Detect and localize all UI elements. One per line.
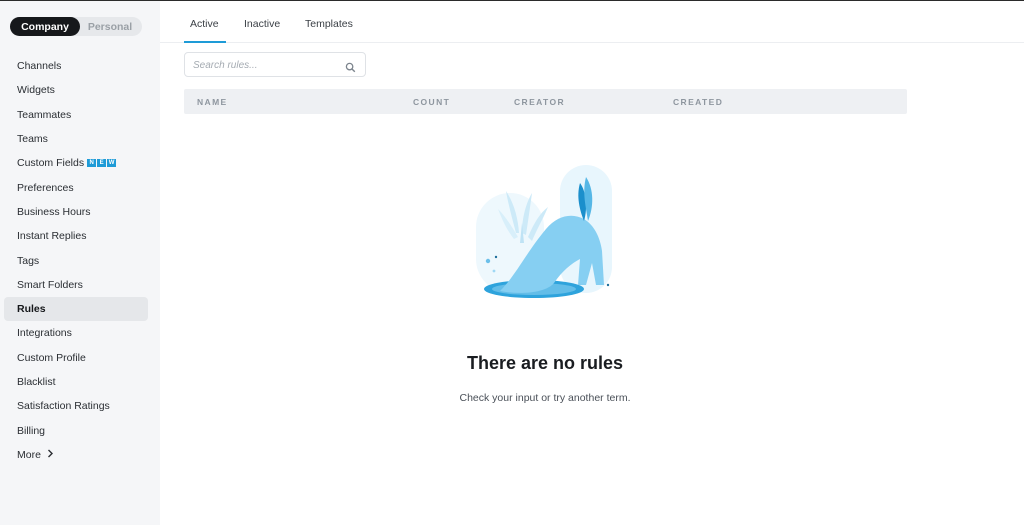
new-badge-letter: E [97,159,107,168]
sidebar-item-billing[interactable]: Billing [4,418,148,442]
sidebar-item-label: Instant Replies [17,230,87,243]
sidebar-item-label: Business Hours [17,205,91,218]
sidebar-item-integrations[interactable]: Integrations [4,321,148,345]
tab-inactive[interactable]: Inactive [244,18,280,30]
sidebar-item-more[interactable]: More [4,443,148,467]
new-badge-letter: N [87,159,97,168]
column-header-count[interactable]: COUNT [413,97,450,107]
sidebar-item-label: Billing [17,424,46,437]
column-header-name[interactable]: NAME [197,97,228,107]
personal-toggle-button[interactable]: Personal [80,17,140,36]
sidebar-item-instant-replies[interactable]: Instant Replies [4,224,148,248]
sidebar-item-label: Channels [17,60,62,73]
column-header-creator[interactable]: CREATOR [514,97,565,107]
sidebar-item-label: Custom Profile [17,351,86,364]
settings-sidebar: Company Personal Channels Widgets Teamma… [0,1,160,525]
sidebar-item-tags[interactable]: Tags [4,248,148,272]
sidebar-item-label: Rules [17,303,46,316]
sidebar-item-preferences[interactable]: Preferences [4,175,148,199]
sidebar-item-widgets[interactable]: Widgets [4,78,148,102]
sidebar-item-smart-folders[interactable]: Smart Folders [4,273,148,297]
rules-table-header: NAME COUNT CREATOR CREATED [184,89,907,114]
sidebar-item-label: More [17,448,41,461]
rules-tabs: Active Inactive Templates [160,1,1024,43]
new-badge: NEW [87,159,117,168]
sidebar-item-label: Preferences [17,181,74,194]
sidebar-item-teammates[interactable]: Teammates [4,103,148,127]
search-input[interactable] [193,57,343,73]
sidebar-item-label: Teammates [17,108,72,121]
scope-toggle: Company Personal [10,17,142,36]
sidebar-item-label: Custom Fields [17,157,85,170]
sidebar-item-blacklist[interactable]: Blacklist [4,370,148,394]
active-tab-indicator [184,41,226,43]
sidebar-item-business-hours[interactable]: Business Hours [4,200,148,224]
sidebar-item-label: Satisfaction Ratings [17,400,110,413]
column-header-created[interactable]: CREATED [673,97,723,107]
sidebar-item-satisfaction-ratings[interactable]: Satisfaction Ratings [4,394,148,418]
sidebar-item-rules[interactable]: Rules [4,296,148,322]
search-box [184,52,366,77]
empty-state-subtitle: Check your input or try another term. [459,392,631,404]
sidebar-item-label: Blacklist [17,376,56,388]
sidebar-item-label: Smart Folders [17,278,83,291]
new-badge-letter: W [107,159,117,168]
settings-nav: Channels Widgets Teammates Teams Custom … [4,54,148,467]
search-icon[interactable] [345,60,356,73]
rules-main: Active Inactive Templates NAME COUNT CRE… [160,1,1024,525]
company-toggle-button[interactable]: Company [10,17,80,36]
sidebar-item-custom-fields[interactable]: Custom Fields NEW [4,151,148,175]
sidebar-item-teams[interactable]: Teams [4,127,148,151]
empty-state-title: There are no rules [466,353,624,373]
sidebar-item-label: Integrations [17,327,72,340]
sidebar-item-channels[interactable]: Channels [4,54,148,78]
chevron-right-icon [47,449,54,461]
sidebar-item-custom-profile[interactable]: Custom Profile [4,346,148,370]
empty-state-illustration [476,165,612,298]
tab-active[interactable]: Active [190,18,219,30]
tab-templates[interactable]: Templates [305,18,353,30]
sidebar-item-label: Teams [17,133,48,146]
sidebar-item-label: Widgets [17,84,55,97]
sidebar-item-label: Tags [17,254,40,267]
